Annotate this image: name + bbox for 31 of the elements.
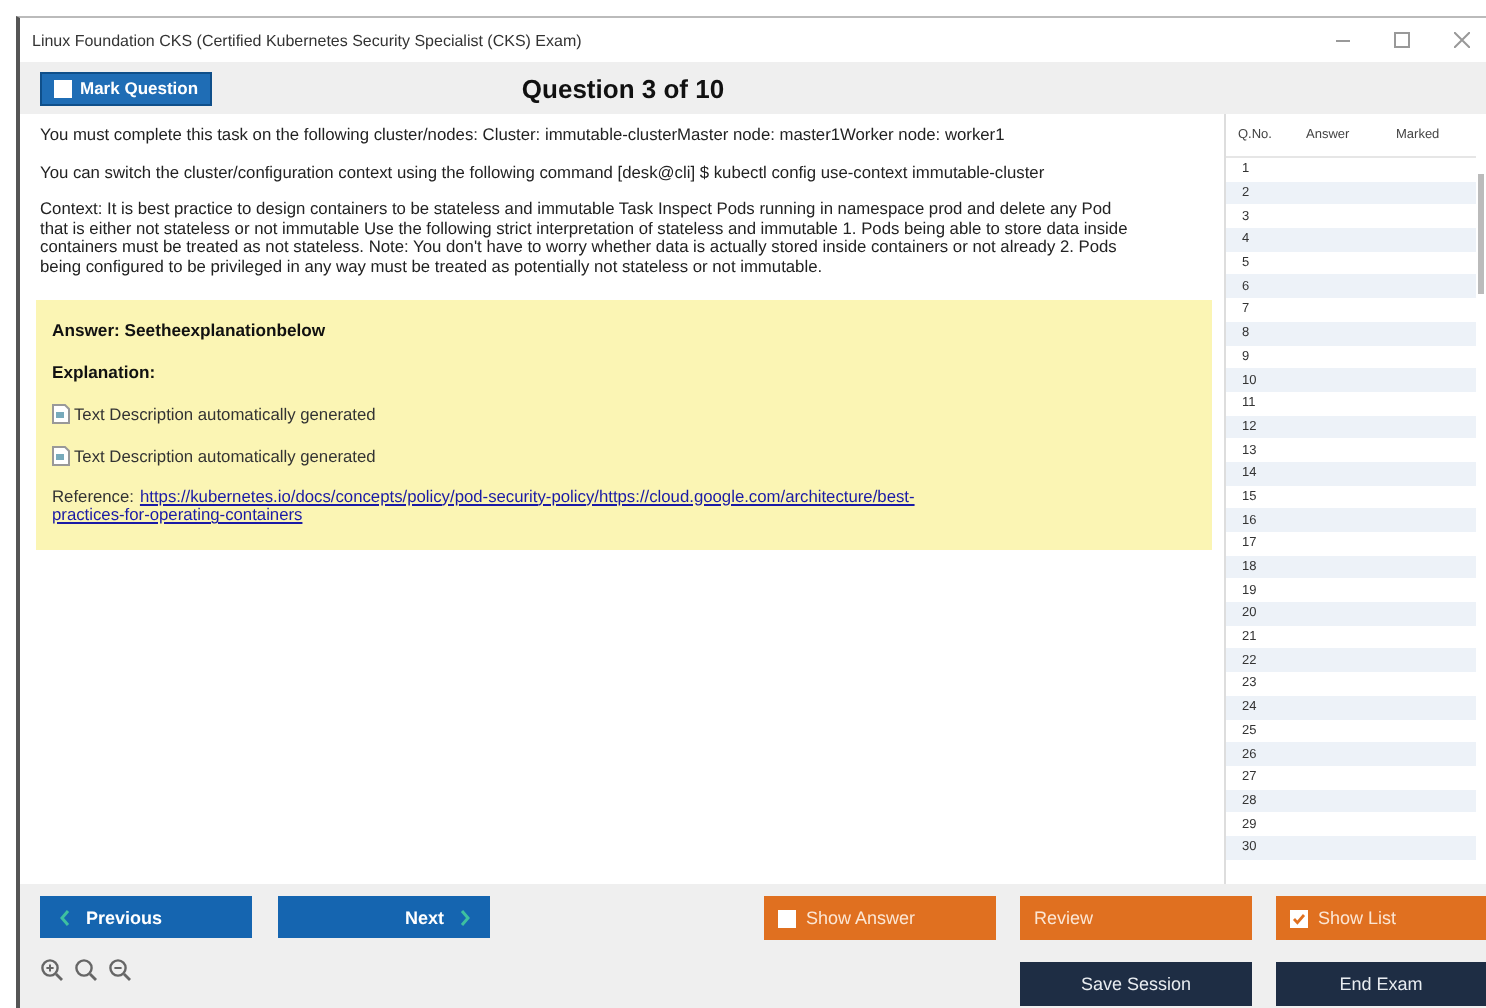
answer-text: Answer: Seetheexplanationbelow <box>52 319 328 340</box>
end-exam-button[interactable]: End Exam <box>1276 962 1486 1006</box>
reference-link[interactable]: https://kubernetes.io/docs/concepts/policy/pod-security-policy/https://cloud.google.com/architecture/best- <box>139 485 915 506</box>
zoom-out-icon[interactable] <box>108 958 132 982</box>
image-caption: Text Description automatically generated <box>74 403 376 424</box>
checkbox[interactable] <box>778 909 796 927</box>
search-icon[interactable] <box>74 958 98 982</box>
question-text: Context: It is best practice to design containers to be stateless and immutable Task Inspect Pods running in namespace prod and delete any Pod that is either not stateless or not immutable Use the following strict interpretation of stateless and immutable 1. Pods being able to store data inside containers must be treated as not stateless. Note: You don't have to worry whether data is actually stored inside containers or not already 2. Pods being configured to be privileged in any way must be treated as potentially not stateless or not immutable. <box>40 200 1130 278</box>
question-text: You must complete this task on the following cluster/nodes: Cluster: immutable-clusterMaster node: master1Worker node: worker1 <box>40 126 1007 146</box>
zoom-in-icon[interactable] <box>40 958 64 982</box>
save-session-button[interactable]: Save Session <box>1020 962 1252 1006</box>
broken-image-icon <box>52 445 70 466</box>
chevron-right-icon <box>460 909 470 925</box>
maximize-icon[interactable] <box>1394 32 1410 48</box>
minimize-icon[interactable] <box>1336 39 1350 41</box>
broken-image-icon <box>52 403 70 424</box>
question-title: Question 3 of 10 <box>521 73 725 103</box>
checkbox[interactable] <box>54 79 72 97</box>
reference-label: Reference: <box>52 485 134 506</box>
scrollbar[interactable] <box>1476 174 1486 294</box>
previous-button[interactable]: Previous <box>40 896 252 938</box>
close-icon[interactable] <box>1454 32 1470 48</box>
window-title: Linux Foundation CKS (Certified Kubernetes Security Specialist (CKS) Exam) <box>32 31 582 49</box>
image-caption: Text Description automatically generated <box>74 445 376 466</box>
checkbox[interactable] <box>1290 909 1308 927</box>
chevron-left-icon <box>60 909 70 925</box>
mark-question-button[interactable]: Mark Question <box>40 71 213 105</box>
explanation-label: Explanation: <box>52 361 158 382</box>
question-text: You can switch the cluster/configuration context using the following command [desk@cli] $ kubectl config use-context immutable-cluster <box>40 163 1047 183</box>
reference-link[interactable]: practices-for-operating-containers <box>52 504 303 525</box>
next-button[interactable]: Next <box>278 896 490 938</box>
